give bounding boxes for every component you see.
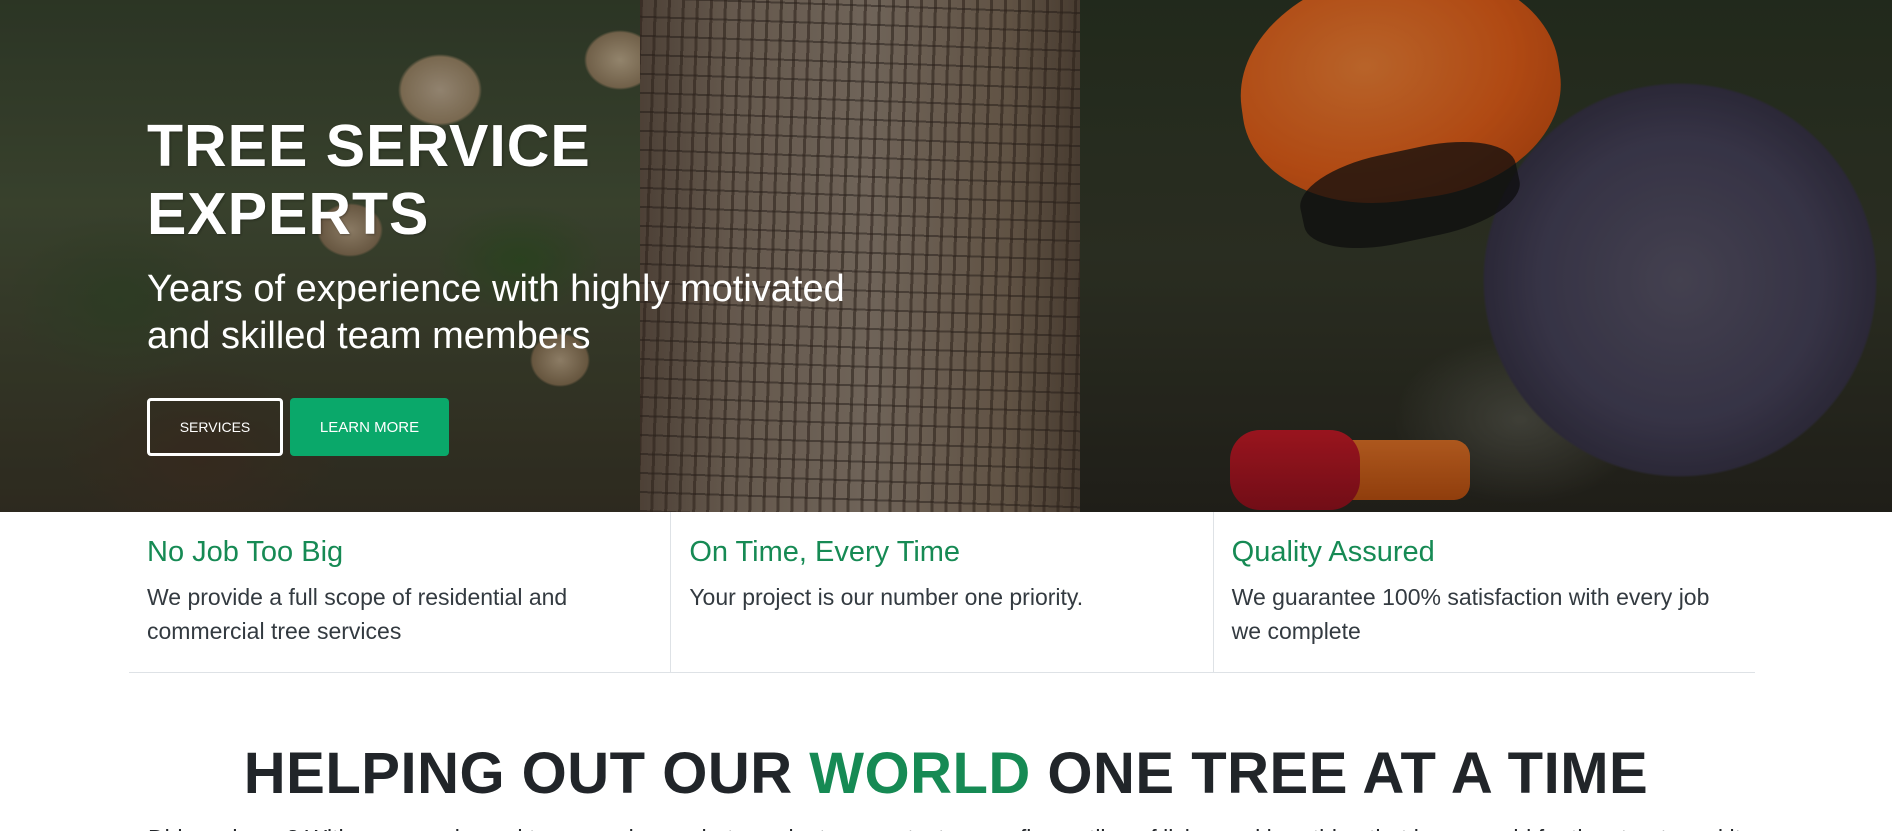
hero-buttons: SERVICES LEARN MORE [147,398,907,456]
feature-title: Quality Assured [1231,536,1435,568]
hero-subtitle: Years of experience with highly motivate… [147,266,907,360]
feature-title: No Job Too Big [147,536,344,568]
feature-title: On Time, Every Time [689,536,961,568]
services-button[interactable]: SERVICES [147,398,283,456]
hero-title: TREE SERVICE EXPERTS [147,112,907,248]
section-heading: HELPING OUT OUR WORLD ONE TREE AT A TIME [0,740,1892,808]
heading-part-before: HELPING OUT OUR [243,741,810,806]
hero-subtitle-line1: Years of experience with highly motivate… [147,268,845,310]
hero-banner: TREE SERVICE EXPERTS Years of experience… [0,0,1892,512]
heading-part-after: ONE TREE AT A TIME [1030,741,1649,806]
section-intro-text: Did you know? With our experienced team,… [148,822,1748,831]
hero-content: TREE SERVICE EXPERTS Years of experience… [147,112,907,456]
hero-subtitle-line2: and skilled team members [147,315,591,357]
hero-title-line2: EXPERTS [147,181,430,247]
feature-no-job-too-big: No Job Too Big We provide a full scope o… [129,512,670,672]
heading-accent-word: WORLD [809,741,1031,806]
feature-text: We provide a full scope of residential a… [147,584,568,644]
feature-on-time: On Time, Every Time Your project is our … [670,512,1212,672]
feature-text: Your project is our number one priority. [689,584,1084,610]
hero-title-line1: TREE SERVICE [147,113,591,179]
feature-text: We guarantee 100% satisfaction with ever… [1231,584,1710,644]
features-row: No Job Too Big We provide a full scope o… [129,512,1755,673]
feature-quality-assured: Quality Assured We guarantee 100% satisf… [1212,512,1755,672]
learn-more-button[interactable]: LEARN MORE [290,398,449,456]
